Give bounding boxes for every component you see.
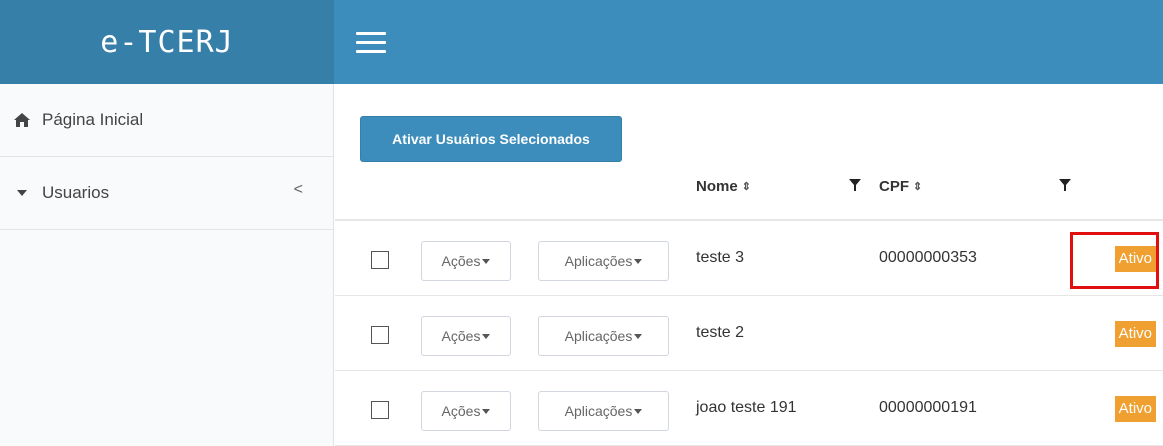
menu-toggle-icon[interactable] xyxy=(356,32,386,54)
dropdown-label: Aplicações xyxy=(564,253,633,269)
cell-nome: teste 3 xyxy=(696,249,745,266)
aplicacoes-dropdown[interactable]: Aplicações xyxy=(538,316,669,356)
caret-down-icon xyxy=(10,190,34,196)
column-header-nome[interactable]: Nome ⇕ xyxy=(696,178,751,195)
dropdown-label: Aplicações xyxy=(564,328,633,344)
column-header-label: CPF xyxy=(879,178,909,195)
sort-icon[interactable]: ⇕ xyxy=(742,180,751,193)
cell-cpf: 00000000191 xyxy=(879,399,977,416)
caret-down-icon xyxy=(634,408,643,414)
aplicacoes-dropdown[interactable]: Aplicações xyxy=(538,241,669,281)
caret-down-icon xyxy=(482,333,491,339)
table-row: Ações Aplicações teste 2 Ativo xyxy=(335,296,1163,371)
sort-icon[interactable]: ⇕ xyxy=(913,180,922,193)
sidebar: Página Inicial Usuarios < xyxy=(0,84,334,446)
column-header-cpf[interactable]: CPF ⇕ xyxy=(879,178,922,195)
table-row: Ações Aplicações joao teste 191 00000000… xyxy=(335,371,1163,446)
filter-icon[interactable] xyxy=(1058,178,1072,192)
caret-down-icon xyxy=(482,408,491,414)
status-badge: Ativo xyxy=(1114,321,1156,347)
brand-title: e-TCERJ xyxy=(100,24,234,60)
acoes-dropdown[interactable]: Ações xyxy=(421,241,511,281)
caret-down-icon xyxy=(634,258,643,264)
caret-down-icon xyxy=(634,333,643,339)
top-navbar xyxy=(334,0,1163,84)
sidebar-item-label: Usuarios xyxy=(42,183,110,202)
cell-nome: joao teste 191 xyxy=(696,399,797,416)
activate-selected-users-button[interactable]: Ativar Usuários Selecionados xyxy=(360,116,622,162)
sidebar-item-label: Página Inicial xyxy=(42,110,144,129)
dropdown-label: Ações xyxy=(441,328,481,344)
cell-nome: teste 2 xyxy=(696,324,745,341)
dropdown-label: Ações xyxy=(441,253,481,269)
dropdown-label: Aplicações xyxy=(564,403,633,419)
main-content: Ativar Usuários Selecionados Nome ⇕ CPF … xyxy=(335,84,1163,446)
cell-cpf: 00000000353 xyxy=(879,249,977,266)
sidebar-item-usuarios[interactable]: Usuarios < xyxy=(0,157,333,230)
status-badge: Ativo xyxy=(1114,246,1156,272)
acoes-dropdown[interactable]: Ações xyxy=(421,391,511,431)
caret-down-icon xyxy=(482,258,491,264)
row-checkbox[interactable] xyxy=(371,251,389,269)
table-row: Ações Aplicações teste 3 00000000353 Ati… xyxy=(335,221,1163,296)
column-header-label: Nome xyxy=(696,178,738,195)
brand-logo[interactable]: e-TCERJ xyxy=(0,0,334,84)
dropdown-label: Ações xyxy=(441,403,481,419)
acoes-dropdown[interactable]: Ações xyxy=(421,316,511,356)
row-checkbox[interactable] xyxy=(371,326,389,344)
chevron-left-icon[interactable]: < xyxy=(294,181,303,199)
status-badge: Ativo xyxy=(1114,396,1156,422)
row-checkbox[interactable] xyxy=(371,401,389,419)
aplicacoes-dropdown[interactable]: Aplicações xyxy=(538,391,669,431)
home-icon xyxy=(10,113,34,127)
sidebar-item-home[interactable]: Página Inicial xyxy=(0,84,333,157)
filter-icon[interactable] xyxy=(848,178,862,192)
